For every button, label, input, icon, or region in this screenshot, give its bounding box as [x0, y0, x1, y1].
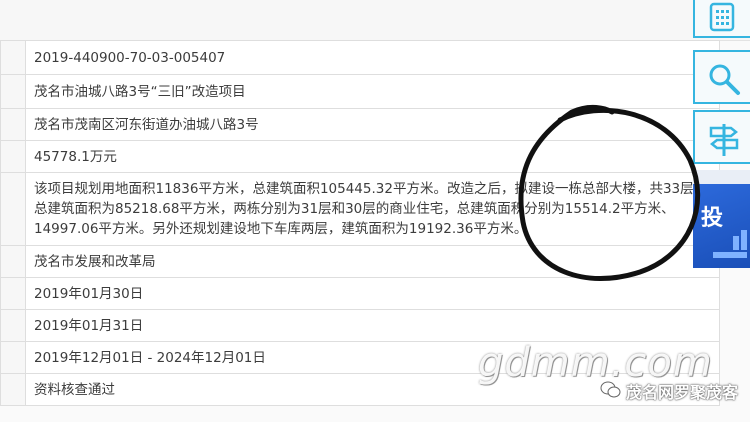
table-row: 2019-440900-70-03-005407: [0, 40, 720, 75]
project-description: 该项目规划用地面积11836平方米，总建筑面积105445.32平方米。改造之后…: [25, 172, 720, 246]
header-bar: [0, 0, 750, 41]
project-code: 2019-440900-70-03-005407: [25, 40, 720, 75]
wechat-icon: [600, 381, 621, 398]
total-investment: 45778.1万元: [25, 140, 720, 173]
row-label-cell: [0, 172, 26, 246]
row-label-cell: [0, 277, 26, 310]
guide-button[interactable]: [693, 110, 750, 164]
table-row: 2019年01月31日: [0, 309, 720, 342]
row-label-cell: [0, 140, 26, 173]
list-button[interactable]: [693, 0, 750, 38]
row-label-cell: [0, 40, 26, 75]
search-icon: [709, 64, 740, 95]
banner-graphic: [741, 230, 747, 250]
project-address: 茂名市茂南区河东街道办油城八路3号: [25, 108, 720, 141]
approval-authority: 茂名市发展和改革局: [25, 245, 720, 278]
wechat-watermark: 茂名网罗聚茂客: [600, 378, 750, 402]
row-label-cell: [0, 373, 26, 406]
list-icon: [709, 2, 735, 32]
row-label-cell: [0, 309, 26, 342]
banner-strip: [693, 170, 750, 184]
signpost-icon: [709, 124, 739, 156]
table-row: 2019年01月30日: [0, 277, 720, 310]
table-row: 该项目规划用地面积11836平方米，总建筑面积105445.32平方米。改造之后…: [0, 172, 720, 246]
banner-graphic: [713, 252, 747, 258]
application-date: 2019年01月30日: [25, 277, 720, 310]
wechat-account-name: 茂名网罗聚茂客: [626, 383, 739, 402]
search-button[interactable]: [693, 50, 750, 104]
table-row: 茂名市油城八路3号“三旧”改造项目: [0, 74, 720, 109]
row-label-cell: [0, 341, 26, 374]
table-row: 茂名市茂南区河东街道办油城八路3号: [0, 108, 720, 141]
record-date: 2019年01月31日: [25, 309, 720, 342]
row-label-cell: [0, 245, 26, 278]
floating-sidebar: 投: [693, 0, 750, 268]
project-name: 茂名市油城八路3号“三旧”改造项目: [25, 74, 720, 109]
table-row: 45778.1万元: [0, 140, 720, 173]
row-label-cell: [0, 74, 26, 109]
banner-graphic: [733, 236, 739, 250]
promo-banner[interactable]: 投: [693, 170, 750, 268]
table-row: 茂名市发展和改革局: [0, 245, 720, 278]
row-label-cell: [0, 108, 26, 141]
banner-text: 投: [701, 206, 724, 231]
